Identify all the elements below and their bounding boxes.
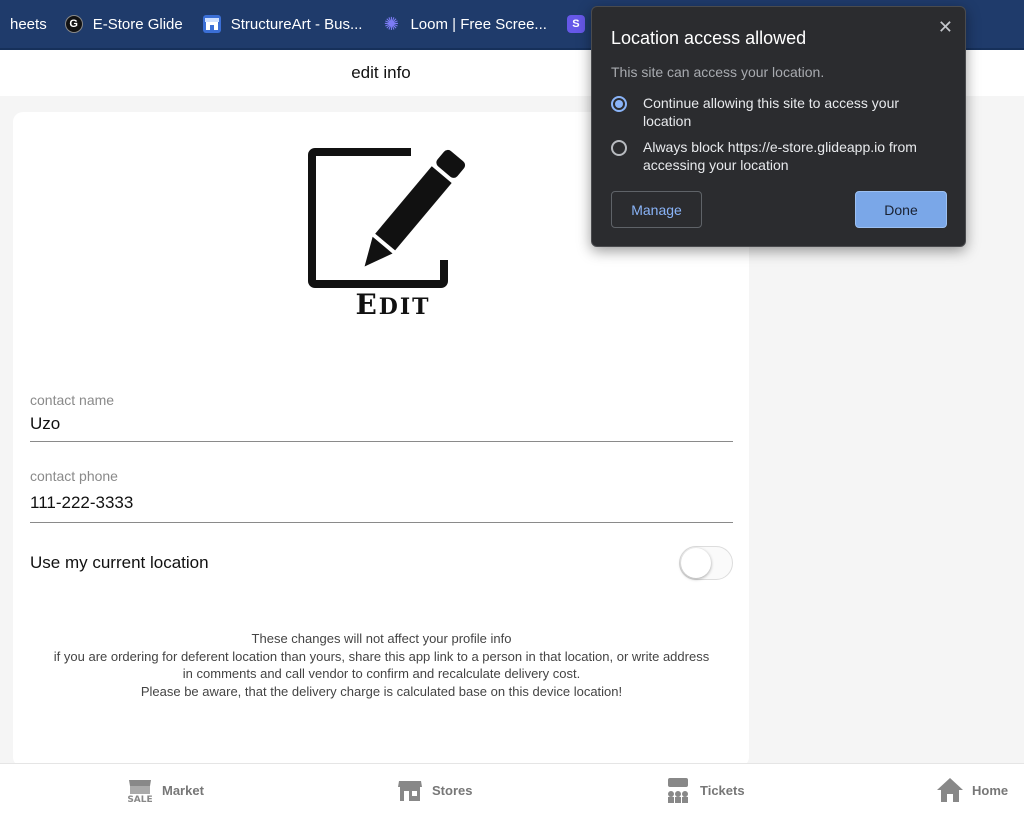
nav-label: Home	[972, 782, 1009, 798]
bookmark-sheets[interactable]: heets	[0, 0, 57, 49]
note-line: Please be aware, that the delivery charg…	[140, 683, 623, 699]
tickets-icon	[668, 778, 688, 803]
radio-block[interactable]	[611, 140, 627, 156]
note-line: These changes will not affect your profi…	[251, 631, 512, 646]
location-row: Use my current location	[30, 545, 733, 581]
contact-phone-field[interactable]: contact phone 111-222-3333	[30, 468, 733, 523]
contact-phone-value[interactable]: 111-222-3333	[30, 493, 733, 513]
nav-item-tickets[interactable]: Tickets	[664, 764, 745, 815]
location-toggle[interactable]	[679, 546, 733, 580]
nav-item-home[interactable]: Home	[936, 764, 1008, 815]
nav-label: Tickets	[700, 782, 745, 798]
option-allow-label: Continue allowing this site to access yo…	[643, 95, 900, 129]
location-permission-popup: Location access allowed ✕ This site can …	[591, 6, 966, 247]
svg-text:SALE: SALE	[127, 795, 152, 804]
location-label: Use my current location	[30, 553, 209, 572]
popup-subtitle: This site can access your location.	[611, 64, 825, 80]
bookmark-estore-glide[interactable]: G E-Store Glide	[57, 0, 193, 49]
g-logo-icon: G	[64, 15, 83, 33]
contact-name-value[interactable]: Uzo	[30, 414, 733, 434]
done-button[interactable]: Done	[855, 191, 947, 228]
option-block[interactable]: Always block https://e-store.glideapp.io…	[611, 138, 951, 174]
contact-name-field[interactable]: contact name Uzo	[30, 392, 733, 442]
option-block-label: Always block https://e-store.glideapp.io…	[643, 139, 917, 173]
option-allow[interactable]: Continue allowing this site to access yo…	[611, 94, 951, 130]
s-logo-icon: S	[566, 15, 585, 33]
loom-icon: ✺	[383, 13, 400, 34]
close-icon[interactable]: ✕	[938, 17, 953, 38]
bookmark-label: Loom | Free Scree...	[410, 15, 547, 33]
toggle-knob	[681, 548, 711, 578]
nav-label: Market	[162, 782, 204, 798]
bookmark-label: StructureArt - Bus...	[230, 15, 363, 33]
popup-title: Location access allowed	[611, 28, 807, 48]
store-icon	[202, 15, 221, 33]
note-line: in comments and call vendor to confirm a…	[182, 666, 581, 681]
bookmark-structureart[interactable]: StructureArt - Bus...	[193, 0, 373, 49]
note-line: if you are ordering for deferent locatio…	[53, 648, 710, 664]
contact-phone-label: contact phone	[30, 468, 118, 484]
edit-caption: EDIT	[355, 288, 431, 321]
home-icon	[937, 778, 963, 802]
bookmark-loom[interactable]: ✺ Loom | Free Scree...	[372, 0, 556, 49]
nav-item-market[interactable]: SALE Market	[126, 764, 204, 815]
contact-name-label: contact name	[30, 392, 115, 408]
page-title: edit info	[351, 63, 411, 82]
bookmark-label: E-Store Glide	[92, 15, 183, 33]
nav-label: Stores	[432, 782, 473, 798]
sale-icon: SALE	[127, 780, 153, 804]
delivery-note: These changes will not affect your profi…	[30, 630, 733, 700]
bookmark-label: heets	[10, 15, 47, 33]
nav-item-stores[interactable]: Stores	[396, 764, 472, 815]
storefront-icon	[398, 781, 422, 801]
manage-button[interactable]: Manage	[611, 191, 702, 228]
radio-allow[interactable]	[611, 96, 627, 112]
bottom-nav: SALE Market Stores Tickets Home	[0, 763, 1024, 815]
